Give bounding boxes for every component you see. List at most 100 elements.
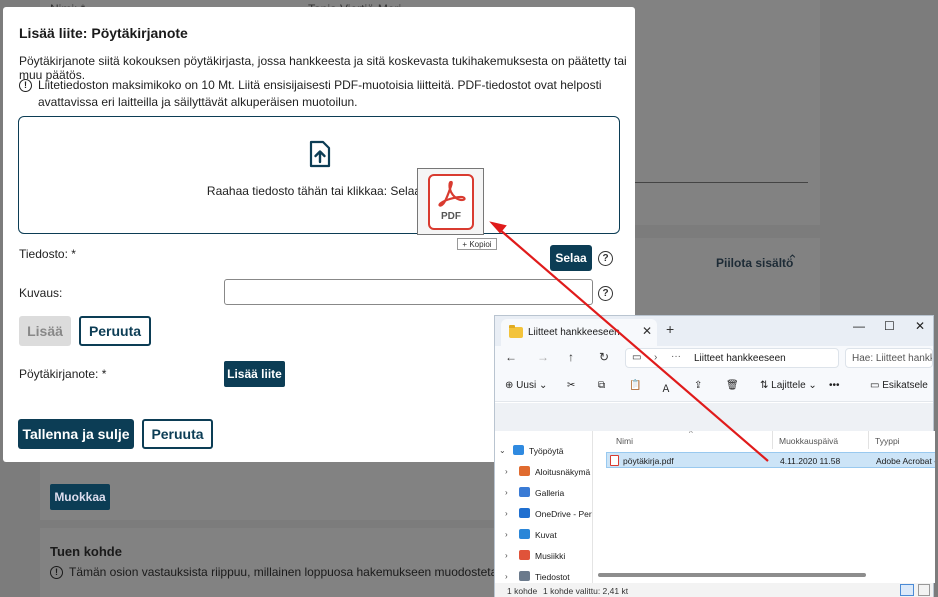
sidebar-item-label: Musiikki (535, 551, 566, 561)
sidebar-item[interactable]: › Kuvat (495, 525, 592, 545)
help-icon[interactable]: ? (598, 286, 613, 301)
info-icon: ! (19, 79, 32, 92)
new-tab-icon[interactable]: + (666, 321, 674, 337)
sidebar-item-label: OneDrive - Personal (535, 509, 592, 519)
address-text: Liitteet hankkeeseen (694, 353, 786, 364)
file-type: Adobe Acrobat -asiakirja (876, 456, 935, 466)
explorer-tab[interactable]: Liitteet hankkeeseen ✕ (501, 319, 657, 346)
cut-icon[interactable]: ✂ (567, 380, 575, 391)
file-size-note: ! Liitetiedoston maksimikoko on 10 Mt. L… (19, 77, 619, 111)
folder-icon (513, 445, 524, 455)
hide-content-toggle[interactable]: Piilota sisältö (716, 256, 793, 270)
sidebar-item-label: Galleria (535, 488, 565, 498)
folder-icon (519, 529, 530, 539)
close-tab-icon[interactable]: ✕ (642, 324, 652, 338)
save-and-close-button[interactable]: Tallenna ja sulje (18, 419, 134, 449)
section-title: Tuen kohde (50, 544, 122, 559)
chevron-right-icon[interactable]: › (505, 530, 508, 539)
computer-icon: ▭ (632, 352, 642, 363)
paste-icon[interactable]: 📋 (629, 380, 641, 391)
sort-caret-icon: ^ (689, 431, 693, 438)
horizontal-scrollbar[interactable] (598, 573, 866, 577)
item-count: 1 kohde (507, 586, 538, 596)
upload-icon (309, 140, 331, 168)
command-bar: ⊕ Uusi ⌄ ✂ ⧉ 📋 Ａ ⇪ 🗑 ⇅ Lajittele ⌄ ••• ▭… (495, 372, 933, 402)
sort-button[interactable]: ⇅ Lajittele ⌄ (760, 380, 817, 391)
sidebar-item-label: Tiedostot (535, 572, 570, 582)
chevron-up-icon[interactable]: ⌃ (787, 252, 798, 268)
file-explorer-window: Liitteet hankkeeseen ✕ + — ☐ ✕ ← → ↑ ↻ ▭… (494, 315, 935, 597)
up-icon[interactable]: ↑ (568, 350, 574, 364)
attachment-label: Pöytäkirjanote: * (19, 367, 107, 381)
navigation-bar: ← → ↑ ↻ ▭ › ··· Liitteet hankkeeseen Hae… (495, 346, 933, 372)
more-path-icon[interactable]: ··· (671, 351, 681, 362)
page-cancel-button[interactable]: Peruuta (142, 419, 213, 449)
title-bar: Liitteet hankkeeseen ✕ + — ☐ ✕ (495, 316, 933, 346)
chevron-right-icon[interactable]: › (505, 488, 508, 497)
rename-icon[interactable]: Ａ (661, 380, 671, 395)
browse-button[interactable]: Selaa (550, 245, 592, 271)
chevron-right-icon: › (654, 352, 658, 363)
folder-icon (519, 466, 530, 476)
column-header-type[interactable]: Tyyppi (875, 436, 900, 446)
chevron-right-icon[interactable]: › (505, 572, 508, 581)
chevron-right-icon[interactable]: › (505, 467, 508, 476)
edit-button[interactable]: Muokkaa (50, 484, 110, 510)
maximize-icon[interactable]: ☐ (884, 319, 895, 333)
tiles-view-icon[interactable] (918, 584, 930, 596)
refresh-icon[interactable]: ↻ (599, 350, 609, 364)
tab-title: Liitteet hankkeeseen (528, 327, 620, 338)
minimize-icon[interactable]: — (853, 319, 865, 333)
delete-icon[interactable]: 🗑 (726, 380, 739, 391)
file-label: Tiedosto: * (19, 247, 76, 261)
folder-icon (519, 487, 530, 497)
add-button[interactable]: Lisää (19, 316, 71, 346)
file-row[interactable]: pöytäkirja.pdf 4.11.2020 11.58 Adobe Acr… (606, 452, 935, 468)
sidebar-item[interactable]: › Musiikki (495, 546, 592, 566)
chevron-right-icon[interactable]: › (505, 551, 508, 560)
column-divider[interactable] (868, 431, 869, 449)
add-attachment-button[interactable]: Lisää liite (224, 361, 285, 387)
more-options-icon[interactable]: ••• (829, 380, 840, 391)
sidebar-item-label: Kuvat (535, 530, 557, 540)
column-header-modified[interactable]: Muokkauspäivä (779, 436, 838, 446)
description-input[interactable] (224, 279, 593, 305)
file-dropzone[interactable]: Raahaa tiedosto tähän tai klikkaa: Selaa (18, 116, 620, 234)
section-note-text: Tämän osion vastauksista riippuu, millai… (69, 565, 514, 579)
details-strip (495, 403, 933, 431)
cancel-button[interactable]: Peruuta (79, 316, 151, 346)
folder-icon (519, 550, 530, 560)
sidebar-item[interactable]: › Galleria (495, 483, 592, 503)
search-input[interactable]: Hae: Liitteet hankkeeseen (845, 348, 933, 368)
dialog-title: Lisää liite: Pöytäkirjanote (19, 25, 188, 41)
acrobat-icon (438, 180, 466, 207)
sidebar-item[interactable]: ⌄ Työpöytä (495, 441, 592, 461)
column-header-name[interactable]: Nimi (616, 436, 633, 446)
new-button[interactable]: ⊕ Uusi ⌄ (505, 380, 547, 391)
column-divider[interactable] (772, 431, 773, 449)
sidebar-item[interactable]: › OneDrive - Personal (495, 504, 592, 524)
preview-button[interactable]: ▭ Esikatsele (870, 380, 928, 391)
sidebar-item[interactable]: › Aloitusnäkymä (495, 462, 592, 482)
back-icon[interactable]: ← (505, 350, 517, 364)
chevron-down-icon[interactable]: ⌄ (499, 446, 506, 455)
info-icon: ! (50, 565, 63, 579)
details-view-icon[interactable] (900, 584, 914, 596)
status-bar: 1 kohde 1 kohde valittu: 2,41 kt (495, 583, 933, 597)
copy-badge: + Kopioi (457, 238, 497, 250)
pdf-label: PDF (441, 211, 461, 222)
sidebar-item[interactable]: › Tiedostot (495, 567, 592, 583)
help-icon[interactable]: ? (598, 251, 613, 266)
navigation-pane: ⌄ Työpöytä › Aloitusnäkymä › Galleria › OneDriv… (495, 431, 593, 583)
close-window-icon[interactable]: ✕ (915, 319, 925, 333)
pdf-file-icon: PDF (428, 174, 474, 230)
address-bar[interactable]: ▭ › ··· Liitteet hankkeeseen (625, 348, 839, 368)
copy-icon[interactable]: ⧉ (598, 380, 605, 391)
chevron-right-icon[interactable]: › (505, 509, 508, 518)
pdf-file-icon (610, 455, 619, 466)
selection-info: 1 kohde valittu: 2,41 kt (543, 586, 629, 596)
folder-icon (519, 571, 530, 581)
forward-icon[interactable]: → (537, 350, 549, 364)
share-icon[interactable]: ⇪ (694, 380, 702, 391)
sidebar-item-label: Aloitusnäkymä (535, 467, 591, 477)
